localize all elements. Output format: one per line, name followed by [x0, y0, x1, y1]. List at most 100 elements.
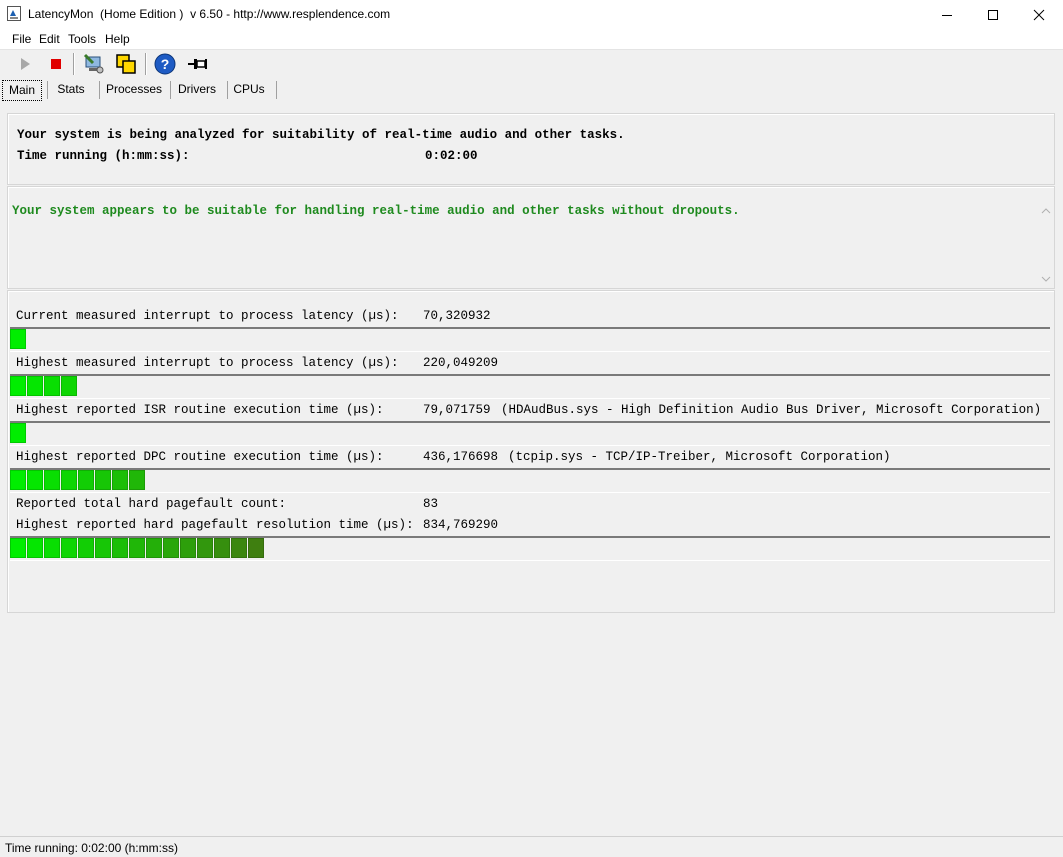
status-bar: Time running: 0:02:00 (h:mm:ss) — [0, 836, 1063, 857]
time-running-label: Time running (h:mm:ss): — [17, 149, 190, 163]
analysis-header-panel: Your system is being analyzed for suitab… — [7, 113, 1055, 185]
pin-icon — [188, 59, 207, 69]
toolbar-separator — [73, 53, 75, 75]
stop-icon — [51, 59, 61, 69]
tab-processes[interactable]: Processes — [103, 80, 165, 99]
tab-stats-label: Stats — [57, 82, 85, 96]
tab-bar: Main Stats Processes Drivers CPUs — [0, 78, 1063, 102]
tab-main-label: Main — [8, 83, 35, 97]
menu-file[interactable]: File — [12, 32, 31, 46]
toolbar: ? — [0, 50, 1063, 78]
meter-segment — [95, 538, 111, 558]
metric-label: Reported total hard pagefault count: — [16, 497, 287, 511]
tab-drivers-label: Drivers — [178, 82, 216, 96]
help-icon: ? — [154, 53, 176, 75]
metric-label: Current measured interrupt to process la… — [16, 309, 399, 323]
window-title: LatencyMon (Home Edition ) v 6.50 - http… — [28, 7, 391, 21]
meter-segment — [78, 538, 94, 558]
tab-main[interactable]: Main — [2, 80, 42, 101]
meter-segment — [44, 538, 60, 558]
title-bar: LatencyMon (Home Edition ) v 6.50 - http… — [0, 0, 1063, 29]
conclusion-panel: Your system appears to be suitable for h… — [7, 186, 1055, 289]
metric-label: Highest reported ISR routine execution t… — [16, 403, 384, 417]
latency-meter — [10, 536, 1050, 561]
maximize-button[interactable] — [970, 0, 1016, 29]
start-button[interactable] — [13, 52, 37, 76]
metric-value: 79,071759 — [423, 403, 491, 417]
latency-meter — [10, 374, 1050, 399]
meter-segment — [10, 423, 26, 443]
metric-label: Highest reported DPC routine execution t… — [16, 450, 384, 464]
meter-segment — [95, 470, 111, 490]
menu-help[interactable]: Help — [105, 32, 130, 46]
stop-button[interactable] — [44, 52, 68, 76]
system-info-button[interactable] — [82, 52, 106, 76]
meter-segment — [44, 470, 60, 490]
close-button[interactable] — [1016, 0, 1062, 29]
metric-value: 834,769290 — [423, 518, 499, 532]
meter-segment — [27, 538, 43, 558]
tab-separator — [99, 81, 100, 99]
tab-processes-label: Processes — [105, 82, 163, 96]
meter-segment — [180, 538, 196, 558]
meter-segment — [61, 376, 77, 396]
metrics-panel: Current measured interrupt to process la… — [7, 290, 1055, 613]
meter-segment — [146, 538, 162, 558]
meter-segment — [27, 376, 43, 396]
help-button[interactable]: ? — [153, 52, 177, 76]
menu-edit[interactable]: Edit — [39, 32, 60, 46]
metric-label: Highest reported hard pagefault resoluti… — [16, 518, 414, 532]
close-icon — [1033, 9, 1045, 20]
menu-tools[interactable]: Tools — [68, 32, 96, 46]
meter-segment — [10, 470, 26, 490]
meter-segment — [10, 538, 26, 558]
meter-segment — [163, 538, 179, 558]
latency-meter — [10, 327, 1050, 352]
meter-segment — [44, 376, 60, 396]
tab-stats[interactable]: Stats — [51, 80, 91, 99]
svg-text:?: ? — [161, 56, 170, 72]
app-icon — [7, 6, 21, 21]
meter-segment — [112, 470, 128, 490]
time-running-value: 0:02:00 — [425, 149, 478, 163]
meter-segment — [129, 470, 145, 490]
minimize-button[interactable] — [924, 0, 970, 29]
tab-separator — [47, 81, 48, 99]
analysis-status-text: Your system is being analyzed for suitab… — [17, 128, 625, 142]
metric-label: Highest measured interrupt to process la… — [16, 356, 399, 370]
conclusion-scrollbar[interactable] — [1038, 201, 1054, 287]
meter-segment — [27, 470, 43, 490]
play-icon — [21, 58, 30, 70]
latency-meter — [10, 421, 1050, 446]
metric-value: 83 — [423, 497, 439, 511]
meter-segment — [248, 538, 264, 558]
meter-segment — [197, 538, 213, 558]
metric-detail: (HDAudBus.sys - High Definition Audio Bu… — [501, 403, 1042, 417]
maximize-icon — [988, 9, 998, 20]
latency-meter — [10, 468, 1050, 493]
windows-icon — [116, 54, 136, 74]
meter-segment — [10, 329, 26, 349]
meter-segment — [61, 538, 77, 558]
tab-drivers[interactable]: Drivers — [174, 80, 220, 99]
tab-separator — [276, 81, 277, 99]
conclusion-text: Your system appears to be suitable for h… — [12, 204, 740, 218]
tab-separator — [227, 81, 228, 99]
meter-segment — [129, 538, 145, 558]
metric-value: 70,320932 — [423, 309, 491, 323]
metric-value: 220,049209 — [423, 356, 499, 370]
status-text: Time running: 0:02:00 (h:mm:ss) — [5, 841, 178, 855]
toolbar-separator — [145, 53, 147, 75]
tab-separator — [170, 81, 171, 99]
meter-segment — [61, 470, 77, 490]
tab-cpus[interactable]: CPUs — [231, 80, 267, 99]
metric-detail: (tcpip.sys - TCP/IP-Treiber, Microsoft C… — [508, 450, 891, 464]
windows-button[interactable] — [114, 52, 138, 76]
meter-segment — [214, 538, 230, 558]
meter-segment — [78, 470, 94, 490]
menu-bar: File Edit Tools Help — [0, 29, 1063, 50]
tab-cpus-label: CPUs — [233, 82, 265, 96]
meter-segment — [231, 538, 247, 558]
monitor-wrench-icon — [83, 53, 104, 74]
pin-button[interactable] — [185, 52, 209, 76]
